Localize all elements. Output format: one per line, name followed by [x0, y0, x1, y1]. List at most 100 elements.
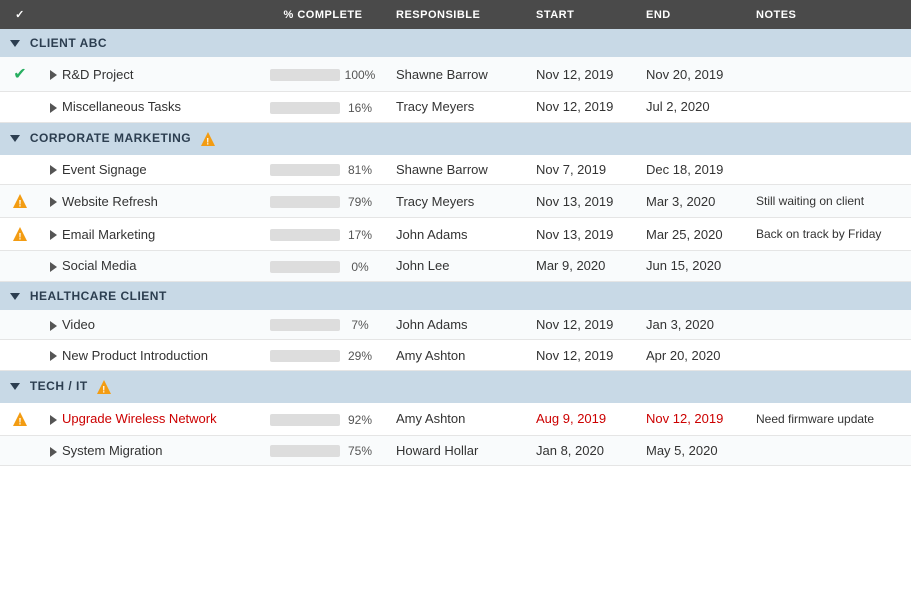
start-cell: Nov 7, 2019	[526, 155, 636, 185]
notes-cell	[746, 251, 911, 282]
end-cell: Nov 20, 2019	[636, 57, 746, 92]
row-expand-icon[interactable]	[50, 447, 57, 457]
progress-bar-container	[270, 102, 340, 114]
notes-cell	[746, 310, 911, 340]
task-name-cell: New Product Introduction	[40, 340, 260, 371]
group-row[interactable]: HEALTHCARE CLIENT	[0, 281, 911, 310]
end-cell: Dec 18, 2019	[636, 155, 746, 185]
progress-cell: 100%	[260, 57, 386, 92]
group-arrow-icon	[10, 293, 20, 300]
row-expand-icon[interactable]	[50, 197, 57, 207]
warning-icon: !	[11, 192, 29, 210]
row-expand-icon[interactable]	[50, 70, 57, 80]
check-cell: !	[0, 185, 40, 218]
header-check: ✓	[0, 0, 40, 29]
responsible-cell: Amy Ashton	[386, 340, 526, 371]
percent-label: 79%	[344, 195, 376, 209]
progress-bar-container	[270, 261, 340, 273]
warning-icon: !	[199, 130, 217, 148]
progress-cell: 0%	[260, 251, 386, 282]
task-name-text: Event Signage	[62, 162, 147, 177]
start-cell: Nov 12, 2019	[526, 340, 636, 371]
table-row: Event Signage 81% Shawne Barrow Nov 7, 2…	[0, 155, 911, 185]
svg-text:!: !	[19, 416, 22, 426]
responsible-cell: Howard Hollar	[386, 435, 526, 466]
start-cell: Nov 13, 2019	[526, 218, 636, 251]
task-name-cell: R&D Project	[40, 57, 260, 92]
svg-text:!: !	[206, 136, 210, 146]
task-name-cell: Miscellaneous Tasks	[40, 92, 260, 123]
table-row: Social Media 0% John Lee Mar 9, 2020 Jun…	[0, 251, 911, 282]
responsible-cell: Shawne Barrow	[386, 57, 526, 92]
end-cell: Apr 20, 2020	[636, 340, 746, 371]
table-row: ! Upgrade Wireless Network 92% Amy Ashto…	[0, 403, 911, 436]
row-expand-icon[interactable]	[50, 351, 57, 361]
start-cell: Nov 12, 2019	[526, 57, 636, 92]
table-row: Miscellaneous Tasks 16% Tracy Meyers Nov…	[0, 92, 911, 123]
task-name-text: Video	[62, 317, 95, 332]
responsible-cell: Tracy Meyers	[386, 185, 526, 218]
group-arrow-icon	[10, 40, 20, 47]
percent-label: 7%	[344, 318, 376, 332]
table-row: Video 7% John Adams Nov 12, 2019 Jan 3, …	[0, 310, 911, 340]
progress-cell: 75%	[260, 435, 386, 466]
notes-cell	[746, 155, 911, 185]
task-name-text: Email Marketing	[62, 227, 155, 242]
progress-cell: 17%	[260, 218, 386, 251]
percent-label: 92%	[344, 413, 376, 427]
row-expand-icon[interactable]	[50, 230, 57, 240]
group-row[interactable]: CORPORATE MARKETING !	[0, 122, 911, 155]
start-cell: Jan 8, 2020	[526, 435, 636, 466]
header-percent: % COMPLETE	[260, 0, 386, 29]
task-name-text: Website Refresh	[62, 194, 158, 209]
task-link[interactable]: Upgrade Wireless Network	[62, 411, 217, 426]
task-name-cell: Event Signage	[40, 155, 260, 185]
progress-cell: 79%	[260, 185, 386, 218]
progress-bar-container	[270, 445, 340, 457]
group-cell: TECH / IT !	[0, 370, 911, 403]
progress-cell: 92%	[260, 403, 386, 436]
start-cell: Nov 12, 2019	[526, 310, 636, 340]
warning-icon: !	[11, 410, 29, 428]
header-task	[40, 0, 260, 29]
progress-bar-container	[270, 319, 340, 331]
responsible-cell: John Lee	[386, 251, 526, 282]
task-name-cell: Upgrade Wireless Network	[40, 403, 260, 436]
table-row: ! Email Marketing 17% John Adams Nov 13,…	[0, 218, 911, 251]
task-name-text: R&D Project	[62, 67, 134, 82]
warning-icon: !	[95, 378, 113, 396]
end-cell: May 5, 2020	[636, 435, 746, 466]
table-row: System Migration 75% Howard Hollar Jan 8…	[0, 435, 911, 466]
check-cell	[0, 251, 40, 282]
percent-label: 81%	[344, 163, 376, 177]
group-cell: HEALTHCARE CLIENT	[0, 281, 911, 310]
row-expand-icon[interactable]	[50, 415, 57, 425]
responsible-cell: Amy Ashton	[386, 403, 526, 436]
check-cell: !	[0, 218, 40, 251]
check-cell	[0, 435, 40, 466]
check-cell	[0, 155, 40, 185]
notes-cell: Need firmware update	[746, 403, 911, 436]
group-row[interactable]: TECH / IT !	[0, 370, 911, 403]
group-row[interactable]: CLIENT ABC	[0, 29, 911, 57]
end-cell: Mar 3, 2020	[636, 185, 746, 218]
progress-bar-container	[270, 69, 340, 81]
progress-bar-container	[270, 229, 340, 241]
progress-bar-container	[270, 414, 340, 426]
end-cell: Jul 2, 2020	[636, 92, 746, 123]
task-name-cell: System Migration	[40, 435, 260, 466]
row-expand-icon[interactable]	[50, 262, 57, 272]
end-cell: Nov 12, 2019	[636, 403, 746, 436]
percent-label: 75%	[344, 444, 376, 458]
svg-text:!: !	[19, 199, 22, 209]
row-expand-icon[interactable]	[50, 321, 57, 331]
row-expand-icon[interactable]	[50, 103, 57, 113]
table-row: ✔ R&D Project 100% Shawne Barrow Nov 12,…	[0, 57, 911, 92]
group-name: CORPORATE MARKETING	[30, 131, 191, 145]
percent-label: 16%	[344, 101, 376, 115]
check-cell: !	[0, 403, 40, 436]
group-name: HEALTHCARE CLIENT	[30, 289, 167, 303]
row-expand-icon[interactable]	[50, 165, 57, 175]
header-end: END	[636, 0, 746, 29]
task-name-cell: Video	[40, 310, 260, 340]
